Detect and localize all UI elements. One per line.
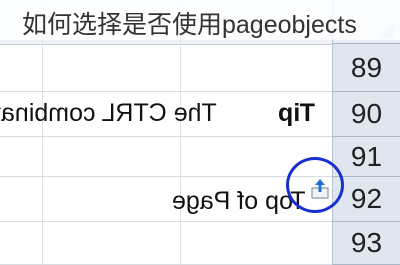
spreadsheet-view: D B A 89 The CTRL combinat Tip 90 91 Top… bbox=[0, 0, 400, 265]
table-row: The CTRL combinat Tip bbox=[0, 92, 332, 137]
table-row bbox=[0, 44, 332, 92]
table-row: Top of Page bbox=[0, 177, 332, 222]
row-header-89[interactable]: 89 bbox=[332, 44, 400, 92]
table-row bbox=[0, 222, 332, 265]
row-header-93[interactable]: 93 bbox=[332, 222, 400, 265]
page-title: 如何选择是否使用pageobjects bbox=[22, 11, 357, 39]
row-header-91[interactable]: 91 bbox=[332, 137, 400, 177]
caption-bar: 如何选择是否使用pageobjects bbox=[0, 0, 400, 40]
table-row bbox=[0, 137, 332, 177]
cell-tip-label[interactable]: Tip bbox=[278, 99, 315, 128]
jump-to-top-icon[interactable] bbox=[309, 177, 331, 199]
cell-tip-text[interactable]: The CTRL combinat bbox=[0, 99, 217, 128]
row-header-90[interactable]: 90 bbox=[332, 92, 400, 137]
cell-top-of-page-text[interactable]: Top of Page bbox=[172, 187, 305, 216]
